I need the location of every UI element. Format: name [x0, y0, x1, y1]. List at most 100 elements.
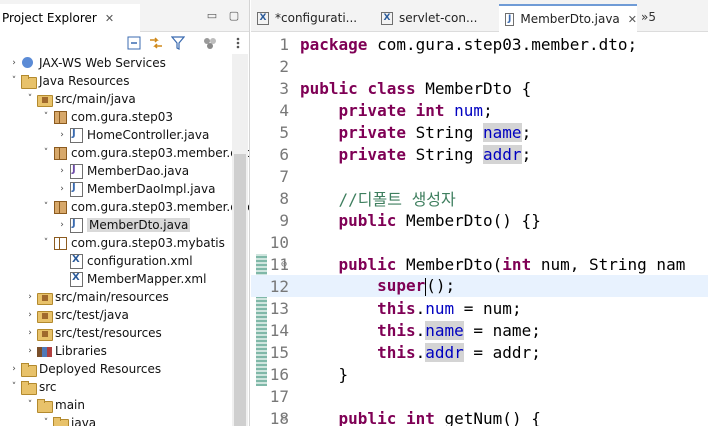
code-line[interactable]: 11 ⊖ public MemberDto(int num, String nam [251, 253, 708, 275]
code-line[interactable]: 13 this.num = num; [251, 297, 708, 319]
tree-item[interactable]: › MemberDaoImpl.java [0, 180, 249, 198]
current-code-line[interactable]: 12 super(); [251, 275, 708, 297]
code-line[interactable]: 7 [251, 165, 708, 187]
text-token: MemberDto() {} [396, 210, 541, 230]
code-line[interactable]: 3 public class MemberDto { [251, 77, 708, 99]
chevron-right-icon[interactable]: › [56, 220, 68, 230]
keyword-token: public [338, 254, 397, 274]
chevron-down-icon[interactable]: ˅ [8, 76, 20, 86]
code-line[interactable]: 2 [251, 55, 708, 77]
keyword-token: this [377, 298, 416, 318]
tree-item[interactable]: configuration.xml [0, 252, 249, 270]
code-line[interactable]: 1 package com.gura.step03.member.dto; [251, 33, 708, 55]
filter-icon[interactable] [170, 36, 186, 52]
text-token: . [415, 342, 426, 362]
tree-item[interactable]: ˅ Java Resources [0, 72, 249, 90]
folder-icon [36, 398, 53, 413]
explorer-scrollbar-thumb[interactable] [234, 154, 246, 426]
chevron-right-icon[interactable]: › [24, 328, 36, 338]
tree-item[interactable]: › Deployed Resources [0, 360, 249, 378]
tree-item[interactable]: MemberMapper.xml [0, 270, 249, 288]
code-text: public int getNum() { [289, 409, 541, 426]
close-icon[interactable]: ✕ [105, 12, 114, 25]
code-line[interactable]: 6 private String addr; [251, 143, 708, 165]
tree-item[interactable]: ˅ com.gura.step03.member.dto [0, 198, 249, 216]
line-number: 4 [279, 100, 289, 120]
chevron-down-icon[interactable]: ˅ [40, 112, 52, 122]
tree-item[interactable]: ˅ src/main/java [0, 90, 249, 108]
tab-project-explorer[interactable]: Project Explorer ✕ [0, 4, 140, 32]
close-icon[interactable]: ✕ [628, 13, 637, 26]
keyword-token: this [377, 342, 416, 362]
chevron-down-icon[interactable]: ˅ [40, 148, 52, 158]
tab-overflow-button[interactable]: »5 [641, 10, 656, 24]
tree-item[interactable]: › HomeController.java [0, 126, 249, 144]
libraries-icon [36, 344, 52, 358]
chevron-right-icon[interactable]: › [24, 292, 36, 302]
minimize-icon[interactable]: ▭ [206, 10, 218, 22]
fold-collapse-icon[interactable]: ⊖ [281, 259, 287, 270]
code-line[interactable]: 17 [251, 385, 708, 407]
chevron-right-icon[interactable]: › [8, 364, 20, 374]
editor-tab-label: MemberDto.java [520, 12, 620, 26]
folder-icon [20, 380, 37, 395]
text-token: num, String nam [531, 254, 686, 274]
view-menu-icon[interactable] [230, 36, 246, 52]
tree-item[interactable]: › src/test/resources [0, 324, 249, 342]
code-line[interactable]: 14 this.name = name; [251, 319, 708, 341]
tree-item[interactable]: › MemberDto.java [0, 216, 249, 234]
code-line[interactable]: 10 [251, 231, 708, 253]
text-token: } [300, 364, 349, 384]
fold-collapse-icon[interactable]: ⊖ [281, 413, 287, 424]
maximize-icon[interactable]: ▢ [228, 10, 240, 22]
chevron-down-icon[interactable]: ˅ [24, 400, 36, 410]
chevron-down-icon[interactable]: ˅ [40, 202, 52, 212]
code-area[interactable]: 1 package com.gura.step03.member.dto; 2 3 pu… [251, 33, 708, 426]
collapse-all-icon[interactable] [126, 36, 142, 52]
java-file-icon: J [505, 12, 515, 26]
chevron-right-icon[interactable]: › [24, 346, 36, 356]
chevron-right-icon[interactable]: › [56, 130, 68, 140]
tree-item[interactable]: ˅ src [0, 378, 249, 396]
code-line[interactable]: 16 } [251, 363, 708, 385]
tree-item[interactable]: ˅ com.gura.step03.mybatis [0, 234, 249, 252]
keyword-token: public [338, 408, 397, 426]
chevron-down-icon[interactable]: ˅ [40, 238, 52, 248]
code-line[interactable]: 4 private int num; [251, 99, 708, 121]
code-line[interactable]: 8 //디폴트 생성자 [251, 187, 708, 210]
code-line[interactable]: 9 public MemberDto() {} [251, 209, 708, 231]
chevron-right-icon[interactable]: › [56, 166, 68, 176]
tree-item[interactable]: ˅ main [0, 396, 249, 414]
tree-item[interactable]: › MemberDao.java [0, 162, 249, 180]
field-token: num [454, 100, 484, 120]
chevron-down-icon[interactable]: ˅ [24, 94, 36, 104]
editor-tab[interactable]: Xservlet-con... [375, 4, 497, 32]
keyword-token: this [377, 320, 416, 340]
code-line[interactable]: 15 this.addr = addr; [251, 341, 708, 363]
tree-item[interactable]: › JAX-WS Web Services [0, 54, 249, 72]
editor-tab[interactable]: J MemberDto.java ✕ [499, 4, 637, 32]
code-line[interactable]: 18 ⊖ public int getNum() { [251, 407, 708, 426]
tree-item[interactable]: › Libraries [0, 342, 249, 360]
focus-icon[interactable] [202, 36, 218, 52]
explorer-scrollbar[interactable] [232, 54, 248, 426]
keyword-token: int [415, 100, 445, 120]
chevron-down-icon[interactable]: ˅ [40, 418, 52, 426]
chevron-right-icon[interactable]: › [24, 310, 36, 320]
tree-item[interactable]: ˅ com.gura.step03.member.dao [0, 144, 249, 162]
tree-item-label: java [71, 416, 97, 426]
code-line[interactable]: 5 private String name; [251, 121, 708, 143]
tree-item[interactable]: › src/test/java [0, 306, 249, 324]
tree-item-label: JAX-WS Web Services [39, 56, 166, 70]
chevron-right-icon[interactable]: › [8, 58, 20, 68]
tree-item[interactable]: ˅ com.gura.step03 [0, 108, 249, 126]
chevron-down-icon[interactable]: ˅ [8, 382, 20, 392]
chevron-right-icon[interactable]: › [56, 184, 68, 194]
link-with-editor-icon[interactable] [148, 36, 164, 52]
package-icon [52, 146, 68, 160]
tree-item[interactable]: ˅ java [0, 414, 249, 426]
editor-tab[interactable]: X *configurati... [251, 4, 373, 32]
tree-item[interactable]: › src/main/resources [0, 288, 249, 306]
